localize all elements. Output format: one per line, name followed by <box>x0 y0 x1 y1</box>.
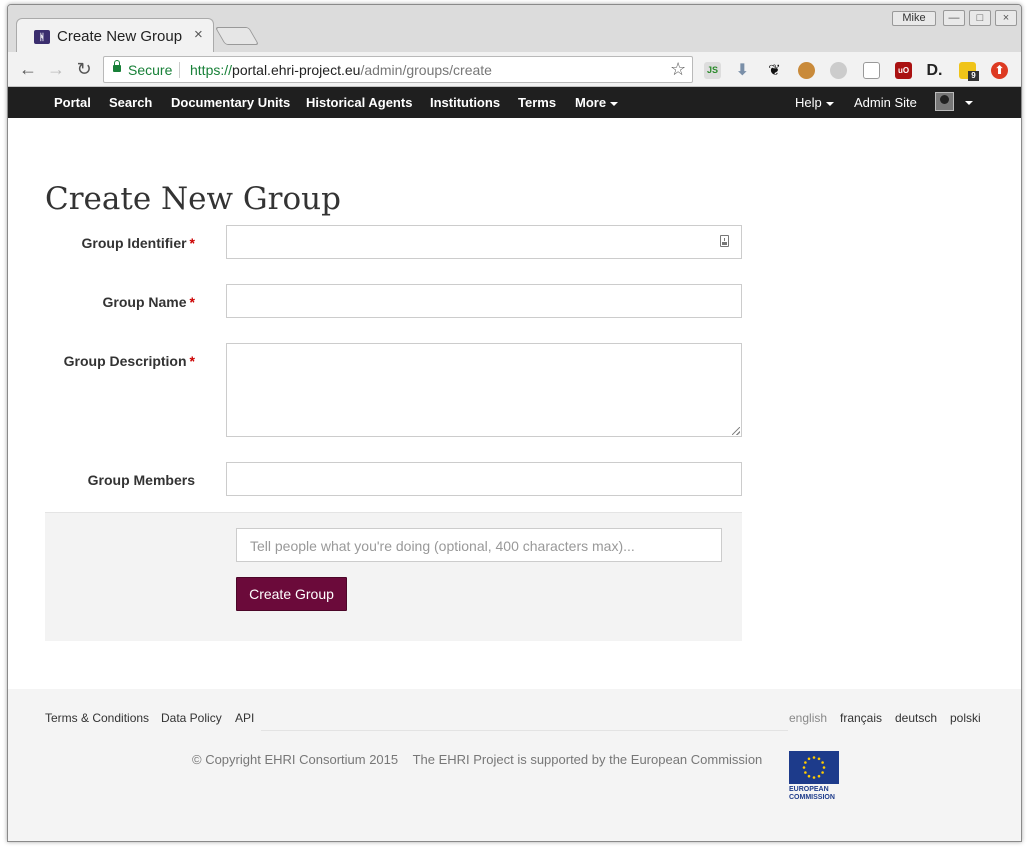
log-message-input[interactable]: Tell people what you're doing (optional,… <box>236 528 722 562</box>
minimize-button[interactable]: — <box>943 10 965 26</box>
nav-historical-agents[interactable]: Historical Agents <box>306 95 412 110</box>
ublock-shield-icon[interactable]: uO <box>895 62 912 79</box>
group-name-input[interactable] <box>226 284 742 318</box>
eu-logo-line-2: COMMISSION <box>789 794 835 801</box>
ghost-extension-icon[interactable] <box>830 62 847 79</box>
bookmark-star-icon[interactable]: ☆ <box>670 59 686 80</box>
url-protocol: https:// <box>190 62 233 78</box>
nav-admin-site[interactable]: Admin Site <box>854 95 917 110</box>
eu-logo-line-1: EUROPEAN <box>789 786 829 793</box>
script-blocker-extension-icon[interactable]: JS <box>704 62 721 79</box>
notes-extension-icon[interactable]: 9 <box>959 62 979 81</box>
nav-documentary-units[interactable]: Documentary Units <box>171 95 290 110</box>
secure-label: Secure <box>128 62 173 78</box>
group-members-label: Group Members <box>87 472 195 488</box>
footer-divider <box>261 730 788 731</box>
group-description-textarea[interactable] <box>226 343 742 437</box>
support-text: The EHRI Project is supported by the Eur… <box>412 752 763 767</box>
nav-help[interactable]: Help <box>795 95 834 110</box>
form-actions-panel: Tell people what you're doing (optional,… <box>45 512 742 641</box>
url-path: /admin/groups/create <box>360 62 492 78</box>
nav-more[interactable]: More <box>575 95 619 110</box>
eu-stars-icon <box>802 756 826 779</box>
page-title: Create New Group <box>45 181 341 217</box>
eu-logo-wordmark: EUROPEAN COMMISSION <box>789 786 835 802</box>
browser-tab-active[interactable]: ᚻ Create New Group × <box>16 18 214 53</box>
back-arrow-icon[interactable]: ← <box>18 59 38 79</box>
language-polski[interactable]: polski <box>950 711 981 725</box>
forward-arrow-icon[interactable]: → <box>46 59 66 79</box>
group-description-label-text: Group Description <box>63 353 187 369</box>
browser-titlebar: ᚻ Create New Group × Mike — □ × <box>8 5 1021 53</box>
upload-extension-icon[interactable]: ⬆ <box>991 62 1008 79</box>
user-avatar[interactable] <box>935 92 954 111</box>
group-name-label: Group Name * <box>103 294 195 310</box>
ehri-favicon-icon: ᚻ <box>34 30 50 44</box>
reload-icon[interactable]: ↻ <box>74 59 94 79</box>
extension-badge: 9 <box>968 71 979 81</box>
log-message-placeholder: Tell people what you're doing (optional,… <box>250 538 635 554</box>
language-english[interactable]: english <box>789 711 827 725</box>
site-navbar: Portal Search Documentary Units Historic… <box>8 87 1021 118</box>
browser-toolbar: ← → ↻ Secure https://portal.ehri-project… <box>8 52 1021 87</box>
nav-institutions[interactable]: Institutions <box>430 95 500 110</box>
tab-close-icon[interactable]: × <box>194 26 203 43</box>
chevron-down-icon <box>825 101 834 106</box>
new-tab-button[interactable] <box>214 27 260 45</box>
lock-icon <box>113 60 121 72</box>
nav-help-label: Help <box>795 95 822 110</box>
gnome-foot-extension-icon[interactable]: ❦ <box>766 62 783 79</box>
create-group-button[interactable]: Create Group <box>236 577 347 611</box>
contact-card-icon[interactable] <box>720 235 729 247</box>
tab-title: Create New Group <box>57 28 183 45</box>
page-extension-icon[interactable] <box>863 62 880 79</box>
copyright-text: © Copyright EHRI Consortium 2015 <box>192 752 399 767</box>
profile-button[interactable]: Mike <box>892 11 936 26</box>
nav-portal[interactable]: Portal <box>54 95 91 110</box>
group-identifier-input[interactable] <box>226 225 742 259</box>
required-marker: * <box>189 353 195 369</box>
group-name-label-text: Group Name <box>102 294 187 310</box>
disconnect-extension-icon[interactable]: D. <box>926 62 943 79</box>
browser-window: ᚻ Create New Group × Mike — □ × ← → ↻ Se… <box>7 4 1022 842</box>
url-host: portal.ehri-project.eu <box>232 62 361 78</box>
language-francais[interactable]: français <box>840 711 882 725</box>
site-footer: Terms & Conditions Data Policy API engli… <box>8 689 1021 841</box>
address-divider <box>179 62 180 78</box>
download-extension-icon[interactable]: ⬇ <box>734 62 751 79</box>
language-deutsch[interactable]: deutsch <box>895 711 937 725</box>
group-members-input[interactable] <box>226 462 742 496</box>
group-identifier-label-text: Group Identifier <box>81 235 187 251</box>
footer-copyright: © Copyright EHRI Consortium 2015 The EHR… <box>192 752 762 767</box>
nav-more-label: More <box>575 95 607 110</box>
group-identifier-label: Group Identifier * <box>82 235 195 251</box>
footer-link-terms[interactable]: Terms & Conditions <box>45 711 149 725</box>
maximize-button[interactable]: □ <box>969 10 991 26</box>
resize-handle-icon[interactable] <box>732 427 740 435</box>
cookie-extension-icon[interactable] <box>798 62 815 79</box>
address-bar[interactable]: Secure https://portal.ehri-project.eu/ad… <box>103 56 693 83</box>
user-menu-chevron-icon[interactable] <box>965 101 973 105</box>
footer-link-data-policy[interactable]: Data Policy <box>161 711 222 725</box>
chevron-down-icon <box>610 101 619 106</box>
group-description-label: Group Description * <box>64 353 195 369</box>
footer-link-api[interactable]: API <box>235 711 254 725</box>
eu-flag-icon <box>789 751 839 784</box>
european-commission-logo: EUROPEAN COMMISSION <box>789 751 839 803</box>
nav-terms[interactable]: Terms <box>518 95 556 110</box>
required-marker: * <box>189 235 195 251</box>
url-text[interactable]: https://portal.ehri-project.eu/admin/gro… <box>190 62 492 78</box>
close-window-button[interactable]: × <box>995 10 1017 26</box>
nav-search[interactable]: Search <box>109 95 152 110</box>
required-marker: * <box>189 294 195 310</box>
